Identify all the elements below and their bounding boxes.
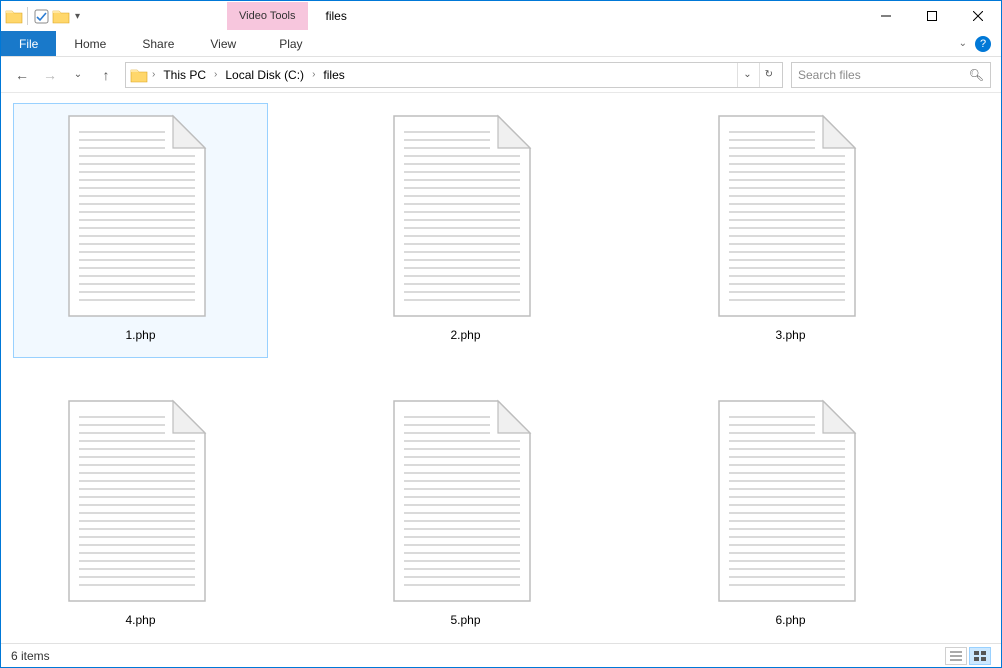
- file-label: 6.php: [775, 613, 805, 627]
- file-item[interactable]: 4.php: [13, 388, 268, 643]
- file-item[interactable]: 6.php: [663, 388, 918, 643]
- help-icon[interactable]: ?: [975, 36, 991, 52]
- file-label: 1.php: [125, 328, 155, 342]
- file-item[interactable]: 2.php: [338, 103, 593, 358]
- nav-arrow-group: ← → ⌄ ↑: [11, 67, 117, 83]
- recent-locations-icon[interactable]: ⌄: [69, 69, 87, 80]
- text-file-icon: [386, 112, 546, 322]
- context-tool-group: Video Tools: [227, 1, 307, 31]
- ribbon-tabs: File Home Share View Play ⌄ ?: [1, 31, 1001, 57]
- address-dropdown-icon[interactable]: ⌄: [737, 63, 756, 87]
- tab-view[interactable]: View: [192, 31, 254, 56]
- window-controls: [863, 1, 1001, 31]
- back-button[interactable]: ←: [13, 67, 31, 83]
- breadcrumb-this-pc[interactable]: This PC: [159, 68, 210, 82]
- item-count: 6 items: [11, 649, 50, 663]
- search-icon[interactable]: 🔍︎: [969, 68, 984, 82]
- address-folder-icon: [130, 66, 148, 84]
- chevron-right-icon[interactable]: ›: [150, 69, 157, 80]
- qat-customize-icon[interactable]: ▾: [72, 11, 83, 22]
- navigation-row: ← → ⌄ ↑ › This PC › Local Disk (C:) › fi…: [1, 57, 1001, 93]
- breadcrumb-drive[interactable]: Local Disk (C:): [221, 68, 308, 82]
- text-file-icon: [61, 112, 221, 322]
- file-label: 3.php: [775, 328, 805, 342]
- properties-icon[interactable]: [32, 7, 50, 25]
- ribbon-expand-icon[interactable]: ⌄: [959, 38, 967, 49]
- chevron-right-icon[interactable]: ›: [212, 69, 219, 80]
- text-file-icon: [711, 112, 871, 322]
- text-file-icon: [386, 397, 546, 607]
- up-button[interactable]: ↑: [97, 67, 115, 83]
- tab-home[interactable]: Home: [56, 31, 124, 56]
- address-bar[interactable]: › This PC › Local Disk (C:) › files ⌄ ↻: [125, 62, 783, 88]
- breadcrumb-folder[interactable]: files: [319, 68, 348, 82]
- file-item[interactable]: 1.php: [13, 103, 268, 358]
- file-label: 2.php: [450, 328, 480, 342]
- details-view-button[interactable]: [945, 647, 967, 665]
- view-toggle: [945, 647, 991, 665]
- window-title: files: [308, 9, 347, 23]
- file-grid[interactable]: 1.php 2.php 3.php 4.php 5.php 6.php: [1, 93, 1001, 643]
- qat-separator: [27, 7, 28, 25]
- file-item[interactable]: 5.php: [338, 388, 593, 643]
- tab-share[interactable]: Share: [124, 31, 192, 56]
- search-box[interactable]: 🔍︎: [791, 62, 991, 88]
- chevron-right-icon[interactable]: ›: [310, 69, 317, 80]
- context-tool-label: Video Tools: [227, 2, 307, 30]
- minimize-button[interactable]: [863, 1, 909, 30]
- title-bar: ▾ Video Tools files: [1, 1, 1001, 31]
- file-label: 4.php: [125, 613, 155, 627]
- new-folder-icon[interactable]: [52, 7, 70, 25]
- text-file-icon: [61, 397, 221, 607]
- file-tab[interactable]: File: [1, 31, 56, 56]
- forward-button: →: [41, 67, 59, 83]
- tab-play[interactable]: Play: [261, 31, 320, 56]
- text-file-icon: [711, 397, 871, 607]
- search-input[interactable]: [798, 68, 969, 82]
- folder-icon: [5, 7, 23, 25]
- refresh-button[interactable]: ↻: [759, 63, 778, 87]
- file-item[interactable]: 3.php: [663, 103, 918, 358]
- status-bar: 6 items: [1, 643, 1001, 667]
- quick-access-toolbar: ▾: [1, 1, 87, 31]
- maximize-button[interactable]: [909, 1, 955, 30]
- file-label: 5.php: [450, 613, 480, 627]
- large-icons-view-button[interactable]: [969, 647, 991, 665]
- close-button[interactable]: [955, 1, 1001, 30]
